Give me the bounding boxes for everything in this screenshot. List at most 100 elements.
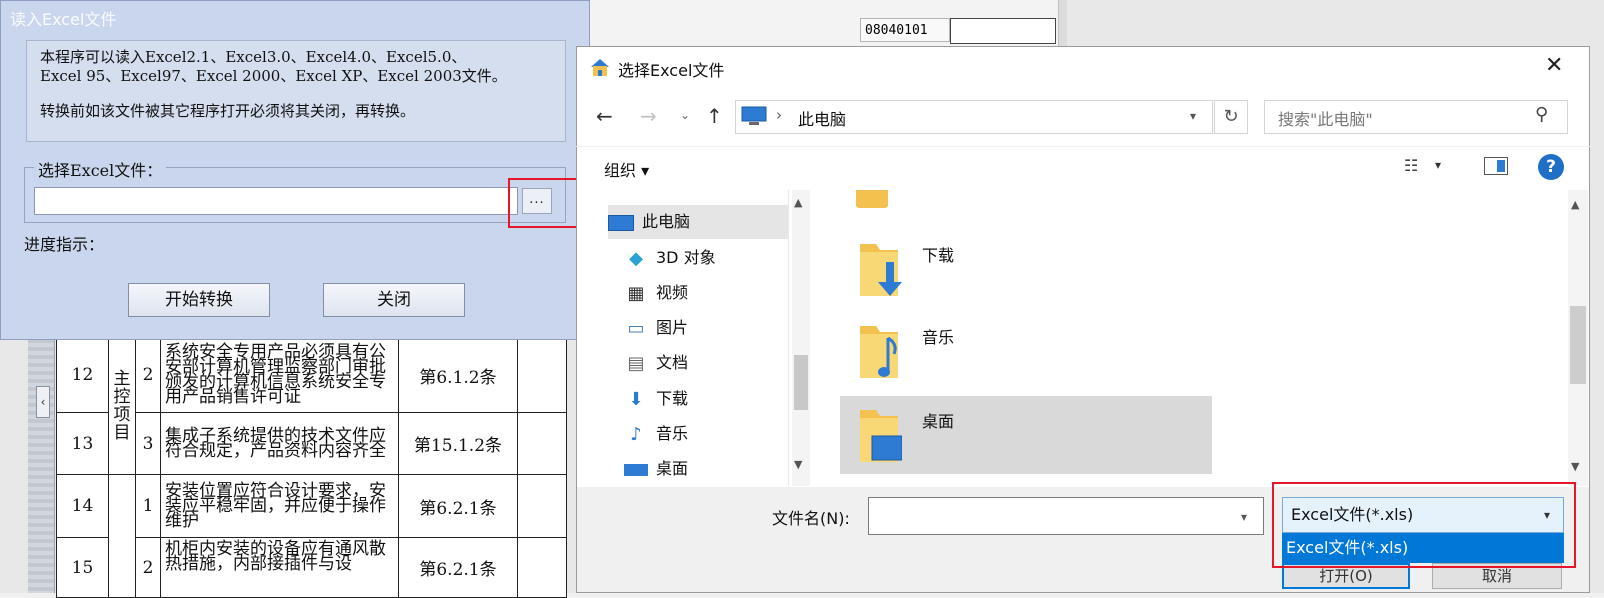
desktop-folder-icon [860, 410, 902, 462]
search-icon[interactable]: ⚲ [1535, 104, 1548, 125]
category-label: 主 控 项 目 [113, 369, 131, 443]
view-options-icon[interactable]: ☷ [1404, 156, 1418, 175]
row-number: 13 [56, 412, 109, 475]
nav-item-downloads[interactable]: ⬇ 下载 [624, 383, 802, 415]
nav-item-videos[interactable]: ▦ 视频 [624, 277, 802, 309]
home-folder-icon [591, 59, 609, 76]
download-icon: ⬇ [628, 388, 644, 410]
browse-highlight-box [508, 178, 581, 228]
nav-item-this-pc[interactable]: 此电脑 [608, 206, 786, 238]
nav-scrollbar[interactable] [792, 190, 810, 486]
file-item-desktop[interactable]: 桌面 [840, 396, 1212, 474]
cube-icon: ◆ [629, 247, 643, 269]
up-arrow-icon[interactable]: ↑ [706, 104, 723, 128]
description-cell: 机柜内安装的设备应有通风散热措施，内部接插件与设 [160, 537, 399, 598]
reference-cell: 第6.1.2条 [398, 337, 518, 413]
category-cell [108, 474, 136, 598]
files-scrollbar-thumb[interactable] [1570, 306, 1586, 384]
sheet-gutter [28, 335, 55, 593]
empty-cell[interactable] [950, 18, 1056, 44]
nav-item-label: 音乐 [656, 424, 689, 443]
nav-item-label: 此电脑 [642, 212, 691, 231]
desktop-icon [624, 463, 648, 476]
chevron-down-icon[interactable]: ▾ [1190, 109, 1196, 123]
nav-item-music[interactable]: ♪ 音乐 [624, 418, 802, 450]
file-name: 音乐 [922, 328, 955, 347]
empty-cell [517, 537, 567, 598]
nav-item-desktop[interactable]: 桌面 [624, 453, 802, 485]
nav-item-label: 图片 [656, 318, 689, 337]
info-panel: 本程序可以读入Excel2.1、Excel3.0、Excel4.0、Excel5… [26, 40, 566, 142]
computer-icon [741, 106, 767, 125]
table-row: 12 主 控 项 目 2 系统安全专用产品必须具有公安部计算机管理监察部门审批颁… [56, 337, 567, 475]
description-cell: 系统安全专用产品必须具有公安部计算机管理监察部门审批颁发的计算机信息系统安全专用… [160, 337, 399, 413]
filetype-highlight-box [1272, 482, 1576, 568]
nav-item-documents[interactable]: ▤ 文档 [624, 347, 802, 379]
scroll-down-icon[interactable]: ▼ [794, 458, 802, 471]
file-name: 桌面 [922, 412, 955, 431]
download-folder-icon [860, 244, 902, 296]
close-icon[interactable]: ✕ [1545, 55, 1563, 77]
video-icon: ▦ [627, 282, 645, 304]
inspection-table: 12 主 控 项 目 2 系统安全专用产品必须具有公安部计算机管理监察部门审批颁… [56, 337, 567, 598]
folder-icon [856, 190, 888, 208]
filename-label: 文件名(N): [772, 509, 850, 528]
nav-scrollbar-thumb[interactable] [794, 355, 808, 410]
picture-icon: ▭ [627, 317, 645, 339]
organize-menu[interactable]: 组织 ▾ [604, 157, 649, 181]
refresh-icon[interactable]: ↻ [1214, 100, 1248, 134]
row-number: 14 [56, 474, 109, 538]
chevron-down-icon[interactable]: ▾ [1241, 510, 1247, 524]
chevron-left-icon[interactable]: ‹ [36, 386, 50, 418]
empty-cell [517, 337, 567, 413]
recent-locations-icon[interactable]: ⌄ [680, 108, 690, 122]
seq-cell: 2 [135, 537, 161, 598]
toolbar-divider [576, 146, 1590, 147]
row-number: 12 [56, 337, 109, 413]
info-text-line: 本程序可以读入Excel2.1、Excel3.0、Excel4.0、Excel5… [40, 48, 467, 66]
nav-item-label: 下载 [656, 389, 689, 408]
file-name: 下载 [922, 246, 955, 265]
dialog-title: 读入Excel文件 [10, 10, 117, 29]
file-path-input[interactable] [34, 187, 518, 215]
description-cell: 集成子系统提供的技术文件应符合规定，产品资料内容齐全 [160, 412, 399, 475]
music-icon: ♪ [630, 423, 642, 445]
music-folder-icon [860, 326, 898, 378]
info-text-line: 转换前如该文件被其它程序打开必须将其关闭，再转换。 [40, 102, 416, 120]
code-cell[interactable]: 08040101 [860, 18, 950, 42]
info-text-line: Excel 95、Excel97、Excel 2000、Excel XP、Exc… [40, 67, 507, 85]
nav-item-label: 3D 对象 [656, 248, 716, 267]
scroll-up-icon[interactable]: ▲ [794, 196, 802, 209]
back-arrow-icon[interactable]: ← [596, 104, 613, 128]
nav-item-label: 文档 [656, 353, 689, 372]
reference-cell: 第15.1.2条 [398, 412, 518, 475]
seq-cell: 3 [135, 412, 161, 475]
file-item-downloads[interactable]: 下载 [850, 230, 1210, 312]
category-cell: 主 控 项 目 [108, 337, 136, 475]
nav-item-label: 视频 [656, 283, 689, 302]
nav-item-pictures[interactable]: ▭ 图片 [624, 312, 802, 344]
dialog-title: 选择Excel文件 [618, 61, 725, 80]
close-button[interactable]: 关闭 [323, 283, 465, 317]
help-icon[interactable]: ? [1538, 154, 1564, 180]
scroll-up-icon[interactable]: ▲ [1571, 198, 1579, 211]
reference-cell: 第6.2.1条 [398, 537, 518, 598]
preview-pane-icon[interactable] [1484, 157, 1508, 175]
scroll-down-icon[interactable]: ▼ [1571, 460, 1579, 473]
filename-input[interactable] [868, 497, 1264, 535]
nav-item-3d-objects[interactable]: ◆ 3D 对象 [624, 242, 802, 274]
row-number: 15 [56, 537, 109, 598]
seq-cell: 1 [135, 474, 161, 538]
forward-arrow-icon[interactable]: → [640, 104, 657, 128]
spreadsheet-edge [1058, 0, 1067, 46]
progress-label: 进度指示： [24, 235, 105, 254]
empty-cell [517, 474, 567, 538]
chevron-down-icon[interactable]: ▾ [1435, 158, 1441, 172]
seq-cell: 2 [135, 337, 161, 413]
file-item-music[interactable]: 音乐 [850, 312, 1210, 394]
start-convert-button[interactable]: 开始转换 [128, 283, 270, 317]
empty-cell [517, 412, 567, 475]
table-row: 14 1 安装位置应符合设计要求，安装应平稳牢固，并应便于操作维护 第6.2.1… [56, 474, 567, 598]
reference-cell: 第6.2.1条 [398, 474, 518, 538]
chevron-right-icon: › [776, 106, 782, 124]
